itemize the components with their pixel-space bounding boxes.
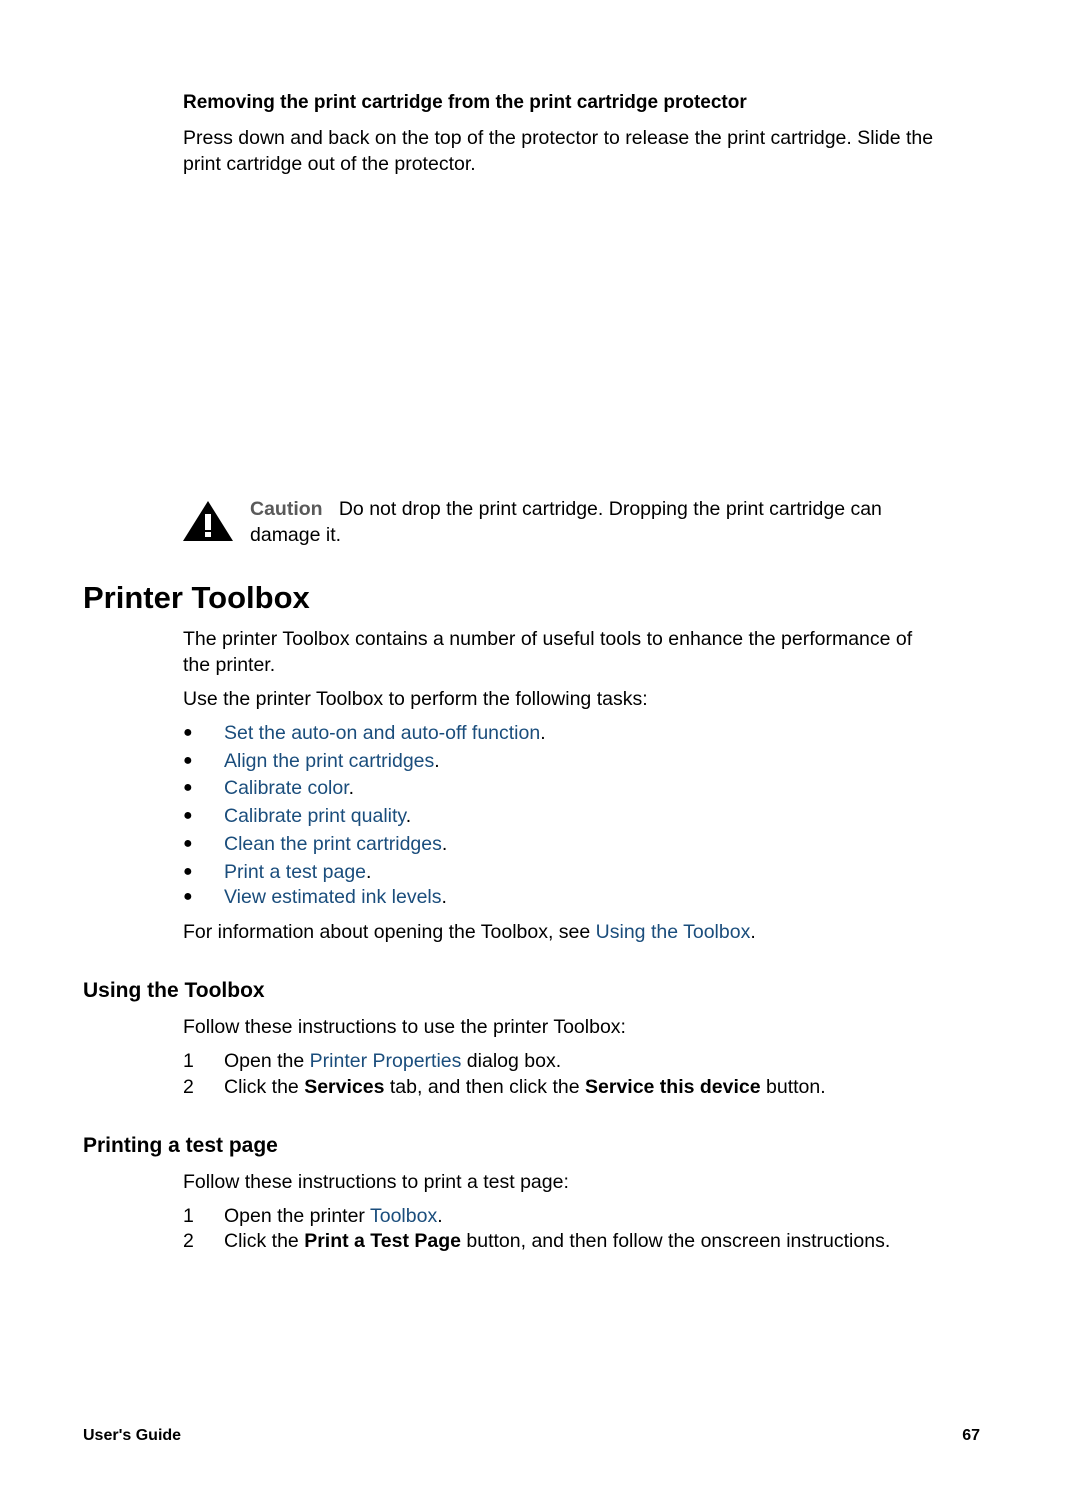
step-text: Click the bbox=[224, 1076, 305, 1098]
removing-paragraph-line1: Press down and back on the top of the pr… bbox=[183, 127, 934, 149]
punctuation: . bbox=[348, 777, 355, 799]
link-clean-cartridges[interactable]: Clean the print cartridges bbox=[224, 833, 442, 855]
caution-label: Caution bbox=[250, 498, 323, 520]
punctuation: . bbox=[441, 833, 448, 855]
toolbox-intro-line2: the printer. bbox=[183, 654, 276, 676]
step-text: Click the bbox=[224, 1230, 305, 1252]
bullet-icon: ● bbox=[183, 724, 193, 741]
step-number: 1 bbox=[183, 1205, 194, 1227]
page-title: Printer Toolbox bbox=[83, 580, 310, 615]
link-auto-on-off[interactable]: Set the auto-on and auto-off function bbox=[224, 722, 540, 744]
link-print-test-page[interactable]: Print a test page bbox=[224, 861, 366, 883]
toolbox-info-line: For information about opening the Toolbo… bbox=[183, 919, 756, 945]
tasks-intro: Use the printer Toolbox to perform the f… bbox=[183, 688, 648, 710]
service-device-button-label: Service this device bbox=[585, 1076, 761, 1098]
removing-paragraph-line2: print cartridge out of the protector. bbox=[183, 153, 476, 175]
punctuation: . bbox=[441, 886, 447, 908]
step-number: 2 bbox=[183, 1230, 194, 1252]
punctuation: . bbox=[405, 805, 412, 827]
caution-text: Do not drop the print cartridge. Droppin… bbox=[338, 498, 882, 520]
link-printer-properties[interactable]: Printer Properties bbox=[310, 1050, 462, 1072]
punctuation: . bbox=[366, 861, 372, 883]
step-number: 1 bbox=[183, 1050, 194, 1072]
bullet-icon: ● bbox=[183, 779, 193, 796]
link-using-the-toolbox[interactable]: Using the Toolbox bbox=[596, 921, 751, 943]
bullet-icon: ● bbox=[183, 807, 193, 824]
toolbox-intro-line1: The printer Toolbox contains a number of… bbox=[183, 628, 913, 650]
step-text: Open the bbox=[224, 1050, 310, 1072]
caution-line1: Caution Do not drop the print cartridge.… bbox=[250, 496, 882, 522]
step-text: Open the printer bbox=[224, 1205, 370, 1227]
printing-test-page-heading: Printing a test page bbox=[83, 1134, 278, 1157]
link-toolbox[interactable]: Toolbox bbox=[370, 1205, 437, 1227]
bullet-icon: ● bbox=[183, 863, 193, 880]
info-text: For information about opening the Toolbo… bbox=[183, 921, 596, 943]
print-test-page-button-label: Print a Test Page bbox=[304, 1230, 461, 1252]
bullet-icon: ● bbox=[183, 752, 193, 769]
removing-cartridge-heading: Removing the print cartridge from the pr… bbox=[183, 92, 747, 113]
link-align-cartridges[interactable]: Align the print cartridges bbox=[224, 750, 434, 772]
step-text: tab, and then click the bbox=[384, 1076, 585, 1098]
using-toolbox-intro: Follow these instructions to use the pri… bbox=[183, 1016, 626, 1038]
link-calibrate-print-quality[interactable]: Calibrate print quality bbox=[224, 805, 406, 827]
services-tab-label: Services bbox=[304, 1076, 385, 1098]
page-number: 67 bbox=[962, 1427, 980, 1444]
link-calibrate-color[interactable]: Calibrate color bbox=[224, 777, 349, 799]
printing-test-page-intro: Follow these instructions to print a tes… bbox=[183, 1171, 569, 1193]
punctuation: . bbox=[434, 750, 440, 772]
step-text: button, and then follow the onscreen ins… bbox=[460, 1230, 891, 1252]
step-text: dialog box. bbox=[461, 1050, 562, 1072]
using-toolbox-heading: Using the Toolbox bbox=[83, 979, 265, 1002]
step-number: 2 bbox=[183, 1076, 194, 1098]
bullet-icon: ● bbox=[183, 888, 193, 905]
warning-triangle-icon bbox=[182, 500, 234, 542]
footer-guide-title: User's Guide bbox=[83, 1427, 182, 1444]
punctuation: . bbox=[540, 722, 546, 744]
caution-line2: damage it. bbox=[250, 524, 342, 546]
punctuation: . bbox=[437, 1205, 443, 1227]
step-text: button. bbox=[760, 1076, 826, 1098]
bullet-icon: ● bbox=[183, 835, 193, 852]
link-view-ink-levels[interactable]: View estimated ink levels bbox=[224, 886, 442, 908]
punctuation: . bbox=[750, 921, 756, 943]
